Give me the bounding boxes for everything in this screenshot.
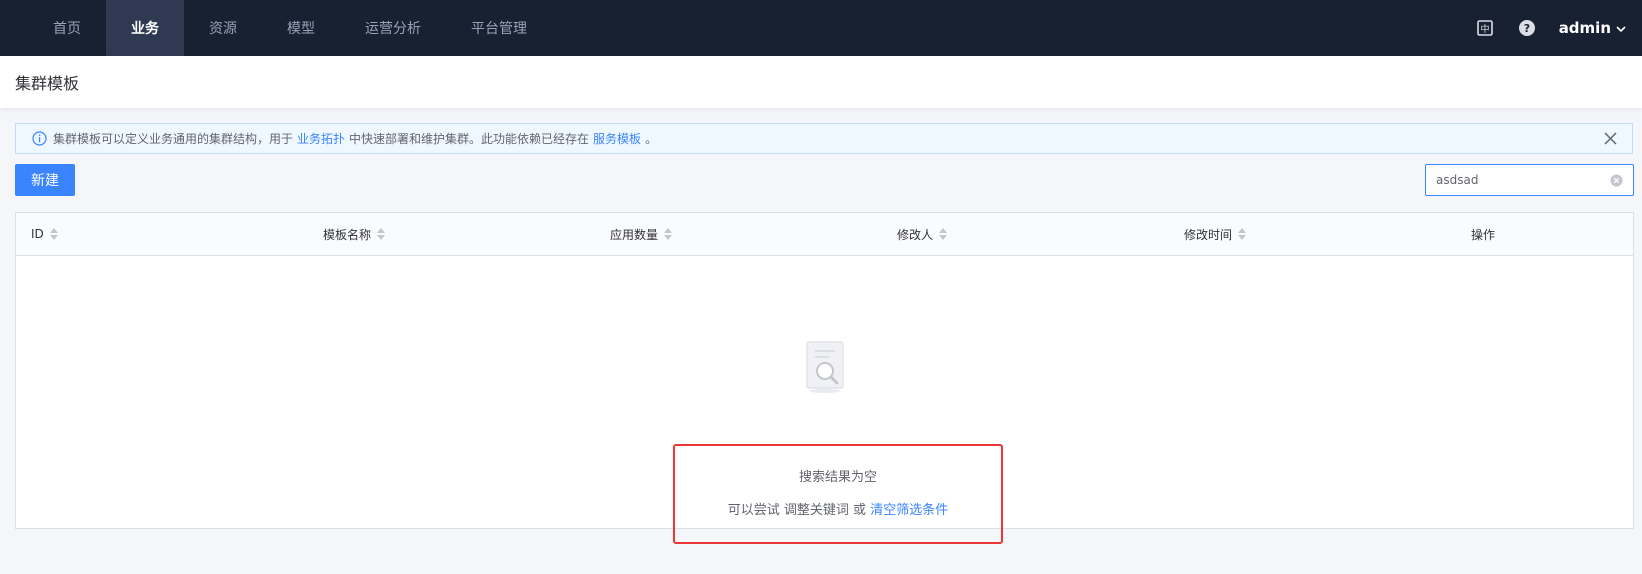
alert-text-2: 中快速部署和维护集群。此功能依赖已经存在 — [349, 132, 590, 146]
column-modifier[interactable]: 修改人 — [897, 213, 948, 255]
column-actions: 操作 — [1471, 213, 1495, 255]
nav-items: 首页 业务 资源 模型 运营分析 平台管理 — [0, 0, 552, 56]
nav-item-model[interactable]: 模型 — [262, 0, 340, 56]
cluster-template-table: ID 模板名称 应用数量 修改人 修改时间 操作 搜索结果为空 可以尝试 调整关… — [15, 212, 1634, 544]
nav-right: 中 ? admin — [1475, 0, 1642, 56]
top-navigation: 首页 业务 资源 模型 运营分析 平台管理 中 ? admin — [0, 0, 1642, 56]
alert-text-1: 集群模板可以定义业务通用的集群结构，用于 — [53, 132, 294, 146]
nav-item-analysis[interactable]: 运营分析 — [340, 0, 446, 56]
clear-filter-link[interactable]: 清空筛选条件 — [870, 503, 948, 518]
sort-icon[interactable] — [664, 228, 673, 240]
column-template-name[interactable]: 模板名称 — [323, 213, 386, 255]
alert-text-3: 。 — [645, 132, 658, 146]
column-id[interactable]: ID — [31, 213, 58, 255]
sort-icon[interactable] — [49, 228, 58, 240]
svg-text:?: ? — [1523, 22, 1529, 35]
svg-text:中: 中 — [1480, 23, 1489, 35]
sort-icon[interactable] — [1238, 228, 1247, 240]
language-icon[interactable]: 中 — [1475, 18, 1495, 38]
empty-title: 搜索结果为空 — [798, 470, 877, 485]
info-alert: 集群模板可以定义业务通用的集群结构，用于 业务拓扑 中快速部署和维护集群。此功能… — [15, 123, 1633, 154]
service-template-link[interactable]: 服务模板 — [593, 130, 641, 147]
empty-tip: 可以尝试 调整关键词 或 清空筛选条件 — [675, 499, 1001, 518]
table-header: ID 模板名称 应用数量 修改人 修改时间 操作 — [16, 213, 1633, 256]
column-modified-time[interactable]: 修改时间 — [1184, 213, 1247, 255]
clear-search-icon[interactable] — [1610, 174, 1623, 187]
create-button[interactable]: 新建 — [15, 164, 75, 196]
page-header: 集群模板 — [0, 56, 1642, 108]
help-icon[interactable]: ? — [1517, 18, 1537, 38]
nav-item-business[interactable]: 业务 — [106, 0, 184, 56]
search-input[interactable] — [1436, 173, 1610, 187]
nav-item-resource[interactable]: 资源 — [184, 0, 262, 56]
business-topology-link[interactable]: 业务拓扑 — [297, 130, 345, 147]
column-label: 修改人 — [897, 227, 934, 242]
column-label: 修改时间 — [1184, 227, 1233, 242]
empty-tip-text: 可以尝试 调整关键词 或 — [727, 503, 867, 518]
nav-item-home[interactable]: 首页 — [28, 0, 106, 56]
column-label: 应用数量 — [610, 227, 659, 242]
column-label: ID — [31, 227, 44, 241]
nav-item-platform[interactable]: 平台管理 — [446, 0, 552, 56]
empty-message-box: 搜索结果为空 可以尝试 调整关键词 或 清空筛选条件 — [673, 444, 1003, 544]
search-box — [1425, 164, 1634, 196]
column-label: 模板名称 — [323, 227, 372, 242]
user-menu[interactable]: admin — [1559, 19, 1626, 37]
sort-icon[interactable] — [377, 228, 386, 240]
page-title: 集群模板 — [15, 74, 80, 93]
empty-state: 搜索结果为空 可以尝试 调整关键词 或 清空筛选条件 — [16, 256, 1633, 544]
user-name: admin — [1558, 19, 1611, 37]
sort-icon[interactable] — [939, 228, 948, 240]
column-app-count[interactable]: 应用数量 — [610, 213, 673, 255]
column-label: 操作 — [1471, 227, 1496, 242]
close-icon[interactable] — [1603, 131, 1618, 146]
chevron-down-icon — [1616, 19, 1626, 37]
empty-search-icon — [801, 338, 849, 394]
info-icon — [32, 131, 47, 146]
